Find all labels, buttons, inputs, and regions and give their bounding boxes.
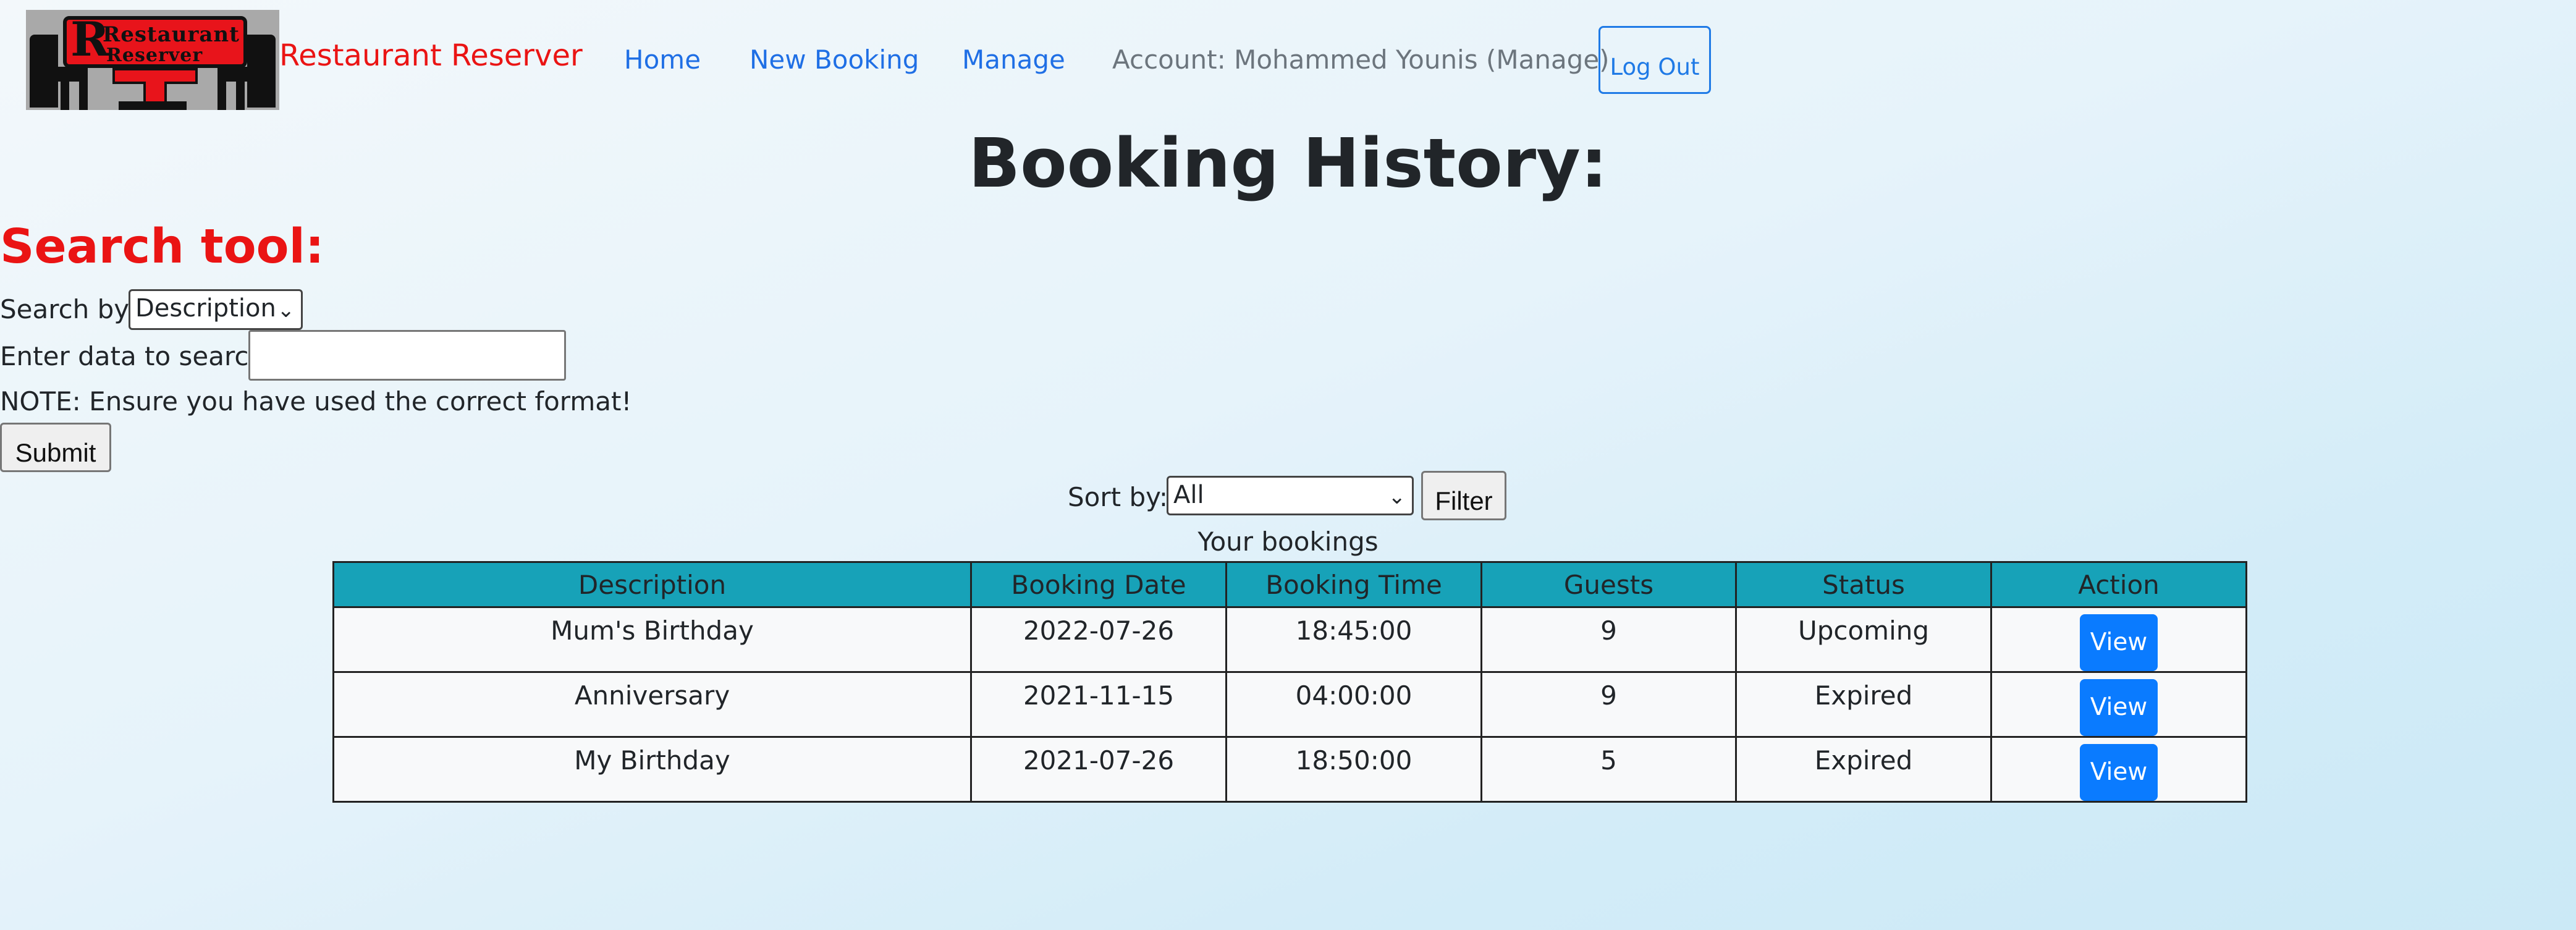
- cell-description: Anniversary: [332, 671, 972, 738]
- cell-booking-date: 2021-07-26: [970, 736, 1227, 803]
- chair-leg: [236, 78, 245, 110]
- nav-link-home[interactable]: Home: [624, 44, 701, 75]
- table-caption: Your bookings: [1197, 526, 1379, 557]
- column-header-booking-time: Booking Time: [1225, 561, 1482, 608]
- cell-action: View: [1990, 736, 2247, 803]
- logo-sign: R Restaurant Reserver: [63, 16, 247, 68]
- chair-leg: [79, 78, 88, 110]
- filter-button[interactable]: Filter: [1421, 471, 1506, 520]
- cell-status: Expired: [1735, 736, 1992, 803]
- cell-booking-date: 2022-07-26: [970, 606, 1227, 673]
- brand-name[interactable]: Restaurant Reserver: [279, 38, 583, 74]
- search-data-label: Enter data to search:: [0, 341, 274, 371]
- search-tool-heading: Search tool:: [0, 219, 324, 274]
- chevron-down-icon: ⌄: [277, 298, 295, 323]
- cell-status: Upcoming: [1735, 606, 1992, 673]
- chair-leg: [217, 78, 226, 110]
- cell-booking-date: 2021-11-15: [970, 671, 1227, 738]
- page-title: Booking History:: [968, 124, 1608, 203]
- sort-by-label: Sort by:: [1068, 482, 1168, 512]
- bookings-table: Description Booking Date Booking Time Gu…: [332, 561, 2247, 803]
- view-booking-button[interactable]: View: [2080, 744, 2158, 800]
- logout-button[interactable]: Log Out: [1598, 26, 1711, 94]
- search-data-input[interactable]: [248, 330, 566, 381]
- submit-button[interactable]: Submit: [0, 423, 111, 472]
- cell-guests: 9: [1480, 671, 1737, 738]
- format-note: NOTE: Ensure you have used the correct f…: [0, 386, 632, 416]
- table-header-row: Description Booking Date Booking Time Gu…: [332, 561, 2247, 608]
- column-header-action: Action: [1990, 561, 2247, 608]
- chevron-down-icon: ⌄: [1388, 484, 1406, 509]
- column-header-description: Description: [332, 561, 972, 608]
- cell-status: Expired: [1735, 671, 1992, 738]
- logo-word-2: Reserver: [106, 44, 203, 66]
- column-header-status: Status: [1735, 561, 1992, 608]
- cell-guests: 5: [1480, 736, 1737, 803]
- nav-account-manage[interactable]: Account: Mohammed Younis (Manage): [1112, 44, 1610, 75]
- cell-booking-time: 18:45:00: [1225, 606, 1482, 673]
- search-by-label: Search by:: [0, 294, 137, 324]
- view-booking-button[interactable]: View: [2080, 614, 2158, 670]
- search-by-select[interactable]: Description ⌄: [129, 289, 303, 330]
- cell-description: My Birthday: [332, 736, 972, 803]
- sort-by-selected-value: All: [1173, 481, 1204, 509]
- column-header-booking-date: Booking Date: [970, 561, 1227, 608]
- table-row: My Birthday 2021-07-26 18:50:00 5 Expire…: [332, 736, 2247, 803]
- column-header-guests: Guests: [1480, 561, 1737, 608]
- restaurant-reserver-logo[interactable]: R Restaurant Reserver: [26, 10, 279, 110]
- cell-action: View: [1990, 671, 2247, 738]
- table-base-shape: [119, 101, 187, 110]
- cell-booking-time: 18:50:00: [1225, 736, 1482, 803]
- cell-guests: 9: [1480, 606, 1737, 673]
- view-booking-button[interactable]: View: [2080, 679, 2158, 735]
- logo-word-1: Restaurant: [103, 22, 240, 47]
- nav-link-new-booking[interactable]: New Booking: [750, 44, 919, 75]
- table-row: Mum's Birthday 2022-07-26 18:45:00 9 Upc…: [332, 606, 2247, 673]
- cell-description: Mum's Birthday: [332, 606, 972, 673]
- chair-leg: [61, 78, 69, 110]
- cell-action: View: [1990, 606, 2247, 673]
- nav-link-manage[interactable]: Manage: [962, 44, 1065, 75]
- search-by-selected-value: Description: [135, 294, 276, 323]
- sort-by-select[interactable]: All ⌄: [1167, 476, 1414, 515]
- table-row: Anniversary 2021-11-15 04:00:00 9 Expire…: [332, 671, 2247, 738]
- cell-booking-time: 04:00:00: [1225, 671, 1482, 738]
